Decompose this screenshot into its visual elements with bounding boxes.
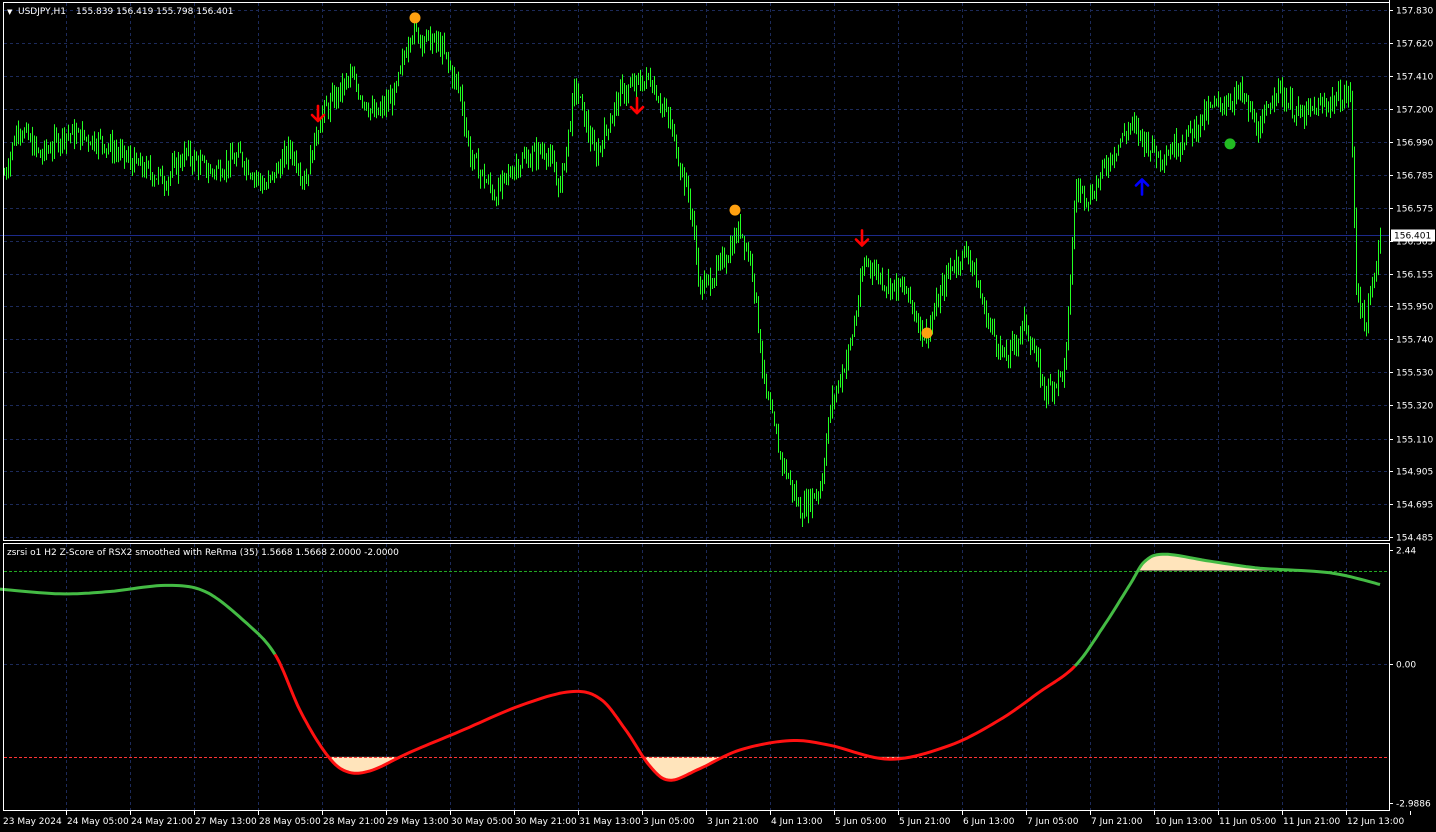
- price-label: 157.620: [1396, 40, 1433, 50]
- time-label: 3 Jun 21:00: [707, 817, 759, 827]
- time-label: 11 Jun 05:00: [1219, 817, 1276, 827]
- indicator-axis: 2.44 0.00 -2.9886: [1389, 547, 1431, 810]
- price-label: 155.320: [1396, 402, 1433, 412]
- time-label: 30 May 21:00: [515, 817, 577, 827]
- price-chart[interactable]: 157.830 157.620 157.410 157.200 156.990 156.7…: [0, 0, 1436, 541]
- price-label: 157.410: [1396, 73, 1433, 83]
- time-label: 3 Jun 05:00: [643, 817, 695, 827]
- chart-menu-icon[interactable]: ▼: [7, 8, 13, 16]
- current-price-label: 156.401: [1394, 232, 1431, 242]
- indicator-axis-label: -2.9886: [1396, 800, 1431, 810]
- time-label: 31 May 13:00: [579, 817, 641, 827]
- time-label: 6 Jun 13:00: [963, 817, 1015, 827]
- sell-arrow-icon: [854, 229, 870, 247]
- indicator-title: zsrsi o1 H2 Z-Score of RSX2 smoothed wit…: [7, 548, 399, 558]
- level-breach-fill: [328, 756, 399, 774]
- time-label: 28 May 21:00: [323, 817, 385, 827]
- price-label: 154.695: [1396, 501, 1433, 511]
- sell-arrow-icon: [629, 96, 645, 115]
- price-label: 157.200: [1396, 106, 1433, 116]
- indicator-fills: [328, 554, 1295, 781]
- green-dot-marker: [1224, 138, 1236, 150]
- symbol-title: USDJPY,H1: [18, 7, 66, 17]
- buy-arrow-icon: [1134, 178, 1150, 196]
- price-grid: [4, 3, 1389, 540]
- time-label: 28 May 05:00: [259, 817, 321, 827]
- price-axis: 157.830 157.620 157.410 157.200 156.990 156.7…: [1389, 7, 1433, 542]
- current-price-tag: 156.401: [1391, 229, 1435, 242]
- price-label: 156.575: [1396, 205, 1433, 215]
- time-label: 4 Jun 13:00: [771, 817, 823, 827]
- candles: [4, 18, 1381, 528]
- time-label: 11 Jun 21:00: [1283, 817, 1340, 827]
- price-label: 155.950: [1396, 303, 1433, 313]
- price-label: 154.485: [1396, 534, 1433, 542]
- time-label: 27 May 13:00: [195, 817, 257, 827]
- price-label: 156.155: [1396, 271, 1433, 281]
- indicator-line-up: [1073, 552, 1381, 668]
- time-axis: 23 May 2024 24 May 05:00 24 May 21:00 27 Ma…: [3, 811, 1411, 827]
- price-label: 156.990: [1396, 139, 1433, 149]
- indicator-line-up: [0, 583, 277, 656]
- indicator-window[interactable]: 2.44 0.00 -2.9886 zsrsi o1 H2 Z-Score of R…: [0, 543, 1436, 811]
- time-label: 5 Jun 21:00: [899, 817, 951, 827]
- price-label: 155.530: [1396, 369, 1433, 379]
- time-label: 29 May 13:00: [387, 817, 449, 827]
- time-label: 12 Jun 13:00: [1347, 817, 1404, 827]
- price-label: 155.740: [1396, 336, 1433, 346]
- indicator-axis-label: 2.44: [1396, 547, 1416, 557]
- price-label: 156.785: [1396, 172, 1433, 182]
- orange-dot-marker: [921, 327, 933, 339]
- ohlc-values: 155.839 156.419 155.798 156.401: [76, 7, 233, 17]
- time-label: 7 Jun 21:00: [1091, 817, 1143, 827]
- time-label: 10 Jun 13:00: [1155, 817, 1212, 827]
- indicator-line: [0, 552, 1381, 782]
- indicator-axis-label: 0.00: [1396, 661, 1416, 671]
- price-label: 155.110: [1396, 436, 1433, 446]
- time-label: 24 May 05:00: [67, 817, 129, 827]
- orange-dot-marker: [729, 204, 741, 216]
- price-label: 157.830: [1396, 7, 1433, 17]
- time-label: 24 May 21:00: [131, 817, 193, 827]
- orange-dot-marker: [409, 12, 421, 24]
- time-label: 5 Jun 05:00: [835, 817, 887, 827]
- time-label: 7 Jun 05:00: [1027, 817, 1079, 827]
- time-label: 23 May 2024: [3, 817, 62, 827]
- price-label: 154.905: [1396, 468, 1433, 478]
- time-label: 30 May 05:00: [451, 817, 513, 827]
